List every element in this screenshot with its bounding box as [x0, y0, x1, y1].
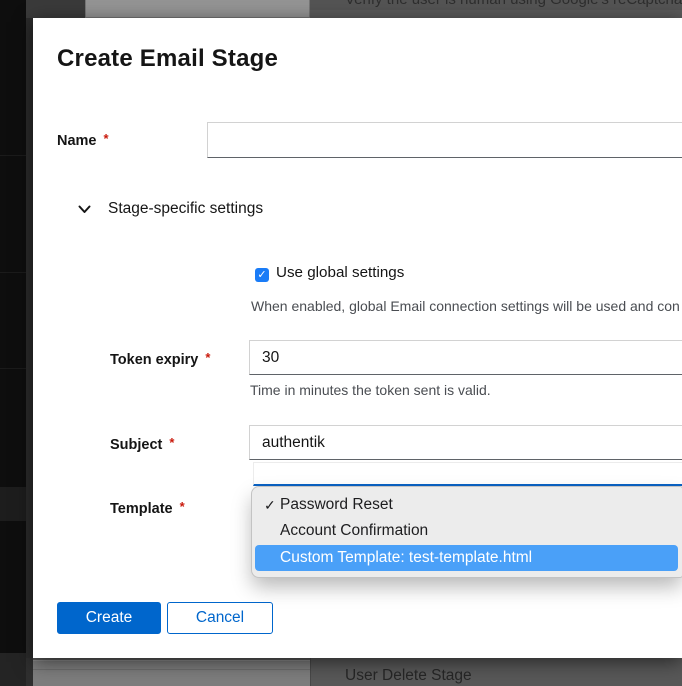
app-sidebar-dimmed	[0, 0, 26, 686]
dropdown-option-label: Password Reset	[280, 496, 393, 513]
sidebar-item-highlight	[0, 487, 26, 521]
background-column-divider	[310, 658, 311, 686]
background-gap	[26, 658, 33, 686]
use-global-settings-checkbox[interactable]: ✓	[255, 268, 269, 282]
token-expiry-label: Token expiry *	[110, 352, 210, 368]
modal-title: Create Email Stage	[57, 45, 278, 73]
cancel-button[interactable]: Cancel	[167, 602, 273, 634]
required-asterisk: *	[205, 350, 210, 365]
token-expiry-input[interactable]	[249, 340, 682, 375]
background-table-row-top: Verify the user is human using Google's …	[26, 0, 682, 18]
background-cell-line	[33, 669, 310, 670]
check-icon: ✓	[257, 269, 266, 281]
template-label: Template *	[110, 501, 185, 517]
sidebar-divider	[0, 272, 26, 273]
subject-label: Subject *	[110, 437, 174, 453]
background-row-band	[310, 10, 682, 18]
background-stage-name-text: User Delete Stage	[345, 667, 472, 685]
token-expiry-help: Time in minutes the token sent is valid.	[250, 382, 491, 398]
background-input-box	[33, 660, 310, 686]
background-input-box	[85, 0, 310, 18]
create-email-stage-modal: Create Email Stage Name * Stage-specific …	[33, 18, 682, 658]
use-global-settings-label[interactable]: Use global settings	[276, 264, 404, 281]
dropdown-option-password-reset[interactable]: ✓ Password Reset	[252, 492, 682, 518]
screen: Verify the user is human using Google's …	[0, 0, 682, 686]
subject-input[interactable]	[249, 425, 682, 460]
dropdown-option-account-confirmation[interactable]: Account Confirmation	[252, 518, 682, 544]
token-expiry-label-text: Token expiry	[110, 352, 198, 368]
dropdown-option-custom-template[interactable]: Custom Template: test-template.html	[255, 545, 678, 571]
sidebar-divider	[0, 155, 26, 156]
required-asterisk: *	[169, 435, 174, 450]
sidebar-item-highlight	[0, 653, 26, 686]
template-select[interactable]	[253, 462, 682, 486]
name-label-text: Name	[57, 133, 97, 149]
chevron-down-icon	[78, 205, 91, 214]
background-table-row-bottom: User Delete Stage	[26, 658, 682, 686]
required-asterisk: *	[180, 499, 185, 514]
name-label: Name *	[57, 133, 109, 149]
sidebar-divider	[0, 368, 26, 369]
dropdown-option-label: Account Confirmation	[280, 522, 428, 539]
subject-label-text: Subject	[110, 437, 162, 453]
name-input[interactable]	[207, 122, 682, 158]
create-button[interactable]: Create	[57, 602, 161, 634]
required-asterisk: *	[104, 131, 109, 146]
background-description-text: Verify the user is human using Google's …	[345, 0, 682, 8]
template-dropdown-menu: ✓ Password Reset Account Confirmation Cu…	[252, 487, 682, 577]
use-global-settings-help: When enabled, global Email connection se…	[251, 298, 680, 314]
group-label: Stage-specific settings	[108, 200, 263, 218]
check-icon: ✓	[264, 492, 276, 518]
template-label-text: Template	[110, 501, 173, 517]
stage-specific-settings-toggle[interactable]: Stage-specific settings	[57, 200, 297, 222]
dropdown-option-label: Custom Template: test-template.html	[280, 549, 532, 566]
